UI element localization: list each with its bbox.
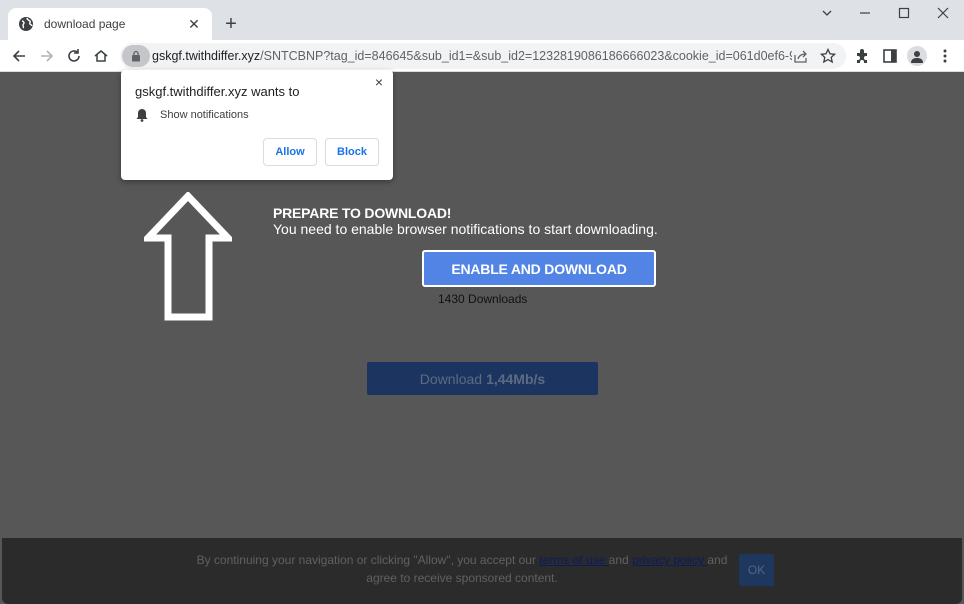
lock-icon — [132, 50, 140, 62]
allow-button[interactable]: Allow — [263, 138, 317, 166]
profile-avatar[interactable] — [907, 46, 927, 66]
maximize-icon[interactable] — [893, 6, 915, 24]
notification-permission-popup: gskgf.twithdiffer.xyz wants to × Show no… — [121, 70, 393, 180]
site-info-button[interactable] — [122, 45, 150, 67]
window-close-icon[interactable] — [932, 6, 954, 24]
download-speed-button[interactable]: Download 1,44Mb/s — [367, 362, 598, 395]
tab-search-icon[interactable] — [816, 6, 838, 24]
address-bar[interactable]: gskgf.twithdiffer.xyz/SNTCBNP?tag_id=846… — [120, 43, 846, 69]
tab-title: download page — [44, 17, 126, 31]
globe-icon — [19, 17, 33, 31]
title-bar: download page ✕ + — [0, 0, 964, 40]
consent-text-before: By continuing your navigation or clickin… — [196, 553, 540, 567]
popup-title: gskgf.twithdiffer.xyz wants to — [135, 84, 300, 99]
consent-text: By continuing your navigation or clickin… — [182, 551, 742, 587]
reload-icon[interactable] — [64, 46, 84, 66]
forward-icon[interactable] — [37, 46, 57, 66]
url-text[interactable]: gskgf.twithdiffer.xyz/SNTCBNP?tag_id=846… — [152, 49, 792, 63]
person-icon — [911, 51, 923, 63]
block-button[interactable]: Block — [325, 138, 379, 166]
back-icon[interactable] — [9, 46, 29, 66]
headline: PREPARE TO DOWNLOAD! — [273, 205, 452, 221]
url-host: gskgf.twithdiffer.xyz — [152, 49, 261, 63]
consent-text-mid: and — [608, 553, 633, 567]
permission-label: Show notifications — [160, 109, 249, 121]
enable-and-download-button[interactable]: ENABLE AND DOWNLOAD — [422, 250, 656, 287]
instruction-text: You need to enable browser notifications… — [273, 221, 658, 237]
speed-value: 1,44Mb/s — [486, 370, 546, 387]
url-path: /SNTCBNP?tag_id=846645&sub_id1=&sub_id2=… — [260, 49, 792, 63]
popup-close-icon[interactable]: × — [371, 74, 387, 90]
new-tab-button[interactable]: + — [221, 14, 241, 34]
downloads-count: 1430 Downloads — [438, 292, 528, 306]
side-panel-icon[interactable] — [880, 46, 900, 66]
tab-close-icon[interactable]: ✕ — [186, 16, 202, 33]
bookmark-star-icon[interactable] — [819, 47, 837, 65]
extensions-icon[interactable] — [853, 46, 873, 66]
share-icon[interactable] — [792, 47, 810, 65]
menu-kebab-icon[interactable] — [935, 46, 955, 66]
speed-prefix: Download — [419, 370, 483, 387]
browser-toolbar: gskgf.twithdiffer.xyz/SNTCBNP?tag_id=846… — [0, 40, 964, 72]
bell-icon — [136, 109, 148, 122]
home-icon[interactable] — [91, 46, 111, 66]
up-arrow-icon — [144, 192, 232, 321]
terms-of-use-link[interactable]: terms of use — [539, 553, 608, 567]
consent-ok-button[interactable]: OK — [739, 554, 774, 586]
consent-banner: By continuing your navigation or clickin… — [2, 538, 962, 604]
privacy-policy-link[interactable]: privacy policy — [632, 553, 707, 567]
browser-tab[interactable]: download page ✕ — [8, 8, 212, 40]
minimize-icon[interactable] — [854, 6, 876, 24]
